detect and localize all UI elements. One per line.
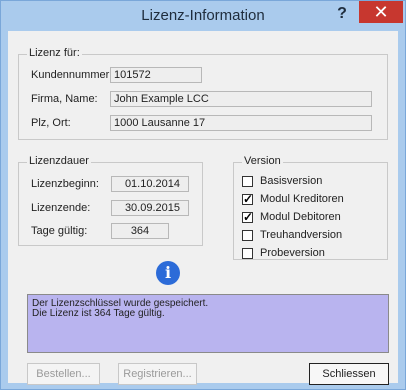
status-message-box: Der Lizenzschlüssel wurde gespeichert. D… xyxy=(27,294,389,353)
info-icon: i xyxy=(156,261,180,285)
license-for-group-title: Lizenz für: xyxy=(27,47,82,59)
treuhand-version-checkbox[interactable] xyxy=(242,230,253,241)
modul-debitoren-label: Modul Debitoren xyxy=(260,211,341,223)
close-button[interactable]: Schliessen xyxy=(309,363,389,385)
customer-number-label: Kundennummer: xyxy=(31,69,113,81)
modul-kreditoren-checkbox[interactable]: ✓ xyxy=(242,192,253,206)
license-start-label: Lizenzbeginn: xyxy=(31,178,99,190)
register-button[interactable]: Registrieren... xyxy=(118,363,197,385)
days-valid-label: Tage gültig: xyxy=(31,225,88,237)
probe-version-label: Probeversion xyxy=(260,247,325,259)
probe-version-checkbox[interactable] xyxy=(242,248,253,259)
dialog-body: Lizenz für: Kundennummer: 101572 Firma, … xyxy=(8,31,398,385)
license-end-label: Lizenzende: xyxy=(31,202,91,214)
treuhand-version-label: Treuhandversion xyxy=(260,229,343,241)
license-duration-group: Lizenzdauer Lizenzbeginn: 01.10.2014 Liz… xyxy=(18,155,203,246)
basis-version-checkbox[interactable] xyxy=(242,176,253,187)
title-bar: Lizenz-Information ? ✕ xyxy=(1,1,405,31)
order-button[interactable]: Bestellen... xyxy=(27,363,100,385)
customer-number-field: 101572 xyxy=(110,67,202,83)
license-for-group: Lizenz für: Kundennummer: 101572 Firma, … xyxy=(18,47,388,140)
modul-debitoren-checkbox[interactable]: ✓ xyxy=(242,210,253,224)
license-info-window: Lizenz-Information ? ✕ Lizenz für: Kunde… xyxy=(0,0,406,390)
license-start-field: 01.10.2014 xyxy=(111,176,189,192)
company-name-field: John Example LCC xyxy=(110,91,372,107)
zip-city-field: 1000 Lausanne 17 xyxy=(110,115,372,131)
zip-city-label: Plz, Ort: xyxy=(31,117,71,129)
version-group-title: Version xyxy=(242,155,283,167)
basis-version-label: Basisversion xyxy=(260,175,323,187)
license-duration-group-title: Lizenzdauer xyxy=(27,155,91,167)
version-group: Version Basisversion ✓ Modul Kreditoren … xyxy=(233,155,388,260)
status-message-line-2: Die Lizenz ist 364 Tage gültig. xyxy=(32,308,165,319)
modul-kreditoren-label: Modul Kreditoren xyxy=(260,193,344,205)
close-window-button[interactable]: ✕ xyxy=(359,1,403,23)
days-valid-field: 364 xyxy=(111,223,169,239)
company-name-label: Firma, Name: xyxy=(31,93,98,105)
license-end-field: 30.09.2015 xyxy=(111,200,189,216)
help-button[interactable]: ? xyxy=(331,4,353,24)
